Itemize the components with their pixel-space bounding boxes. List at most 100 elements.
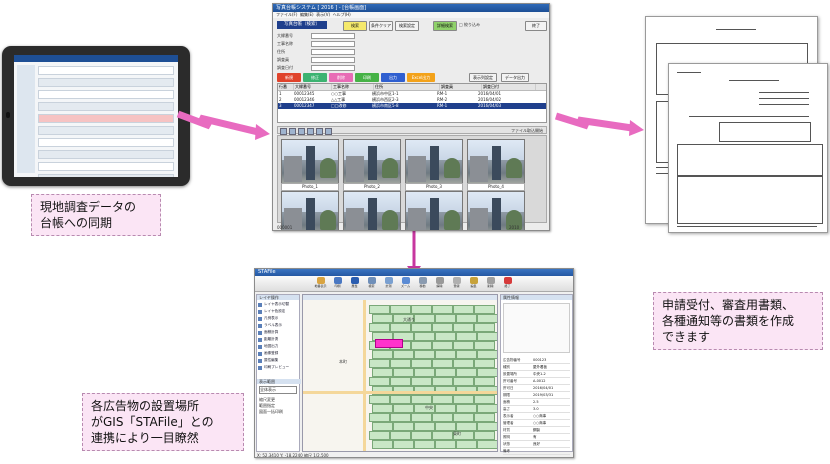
menu-file[interactable]: ファイル(F) (276, 12, 297, 17)
gis-left-item[interactable]: レイヤ色設定 (258, 308, 298, 315)
table-cell: 横浜市南区5-8 (372, 103, 399, 108)
gis-tool-button[interactable]: ズーム (398, 277, 413, 291)
gis-tool-button[interactable]: 解除 (432, 277, 447, 291)
zoom-icon[interactable] (298, 128, 305, 135)
sign-pole-shape (306, 198, 315, 230)
menu-help[interactable]: ヘルプ(H) (333, 12, 351, 17)
photo-thumbnail[interactable] (467, 139, 525, 185)
photo-thumbnail[interactable] (343, 139, 401, 185)
print-button[interactable]: 印刷 (355, 73, 379, 82)
import-icon[interactable] (280, 128, 287, 135)
sign-pole-shape (306, 146, 315, 180)
detail-search-button[interactable]: 詳細検索 (433, 21, 457, 31)
table-header-cell[interactable]: 大縁番号 (294, 84, 332, 90)
gis-left-item[interactable]: 面積計算 (258, 329, 298, 336)
output-button[interactable]: 出力 (381, 73, 405, 82)
ledger-table: 行番 大縁番号 工事名称 住所 調査員 調査日付 1 00012345 ○○工事 横浜市中区1-… (277, 83, 547, 123)
gis-tool-icon (367, 277, 376, 284)
gis-left-item[interactable]: ラベル表示 (258, 322, 298, 329)
table-header-cell[interactable]: 工事名称 (332, 84, 374, 90)
rotate-icon[interactable] (289, 128, 296, 135)
map-highlighted-parcel[interactable] (375, 339, 403, 348)
clear-conditions-button[interactable]: 条件クリア (369, 21, 393, 31)
gis-item-label: 地図出力 (264, 344, 279, 348)
delete-icon[interactable] (307, 128, 314, 135)
photo-thumbnail[interactable] (281, 139, 339, 185)
attribute-row: 管理者 ○○商事 (503, 420, 570, 427)
map-parcel (456, 440, 477, 449)
attribute-row: 許可番号 A-0012 (503, 378, 570, 385)
gis-left-item[interactable]: 画像登録 (258, 350, 298, 357)
attribute-key: 管理者 (503, 421, 514, 425)
narrow-checkbox[interactable]: □ 絞り込み (459, 22, 480, 27)
gis-tool-button[interactable]: 印刷 (330, 277, 345, 291)
map-road-vertical (363, 300, 366, 451)
table-header-cell[interactable]: 調査員 (440, 84, 482, 90)
map-parcel (474, 341, 495, 350)
table-row[interactable]: 3 00012347 □□改修 横浜市南区5-8 RM-1 2016/04/03 (278, 103, 546, 109)
excel-output-button[interactable]: Excel出力 (407, 73, 435, 82)
gis-tool-label: 登録 (453, 284, 460, 288)
gis-range-select[interactable]: 全体表示 (259, 386, 297, 394)
field-input-date[interactable] (311, 65, 355, 71)
gis-tool-button[interactable]: 属性 (347, 277, 362, 291)
field-input-number[interactable] (311, 33, 355, 39)
gis-attribute-title: 属性情報 (501, 295, 572, 300)
gis-left-item[interactable]: 印刷プレビュー (258, 364, 298, 371)
search-settings-button[interactable]: 検索設定 (395, 21, 419, 31)
gis-tool-label: 地番表示 (314, 284, 327, 288)
gis-map[interactable]: 大通り 本町 中央 東町 (302, 294, 498, 452)
gis-tool-button[interactable]: 登録 (449, 277, 464, 291)
gis-tool-button[interactable]: 移動 (415, 277, 430, 291)
map-parcel (369, 377, 390, 386)
table-header-cell[interactable]: 行番 (278, 84, 294, 90)
gis-attribute-tree[interactable] (503, 303, 570, 353)
table-header-cell[interactable]: 住所 (374, 84, 440, 90)
photo-thumbnail[interactable] (343, 191, 401, 230)
gis-tool-button[interactable]: 計測 (381, 277, 396, 291)
field-input-project[interactable] (311, 41, 355, 47)
gis-left-item[interactable]: 属性編集 (258, 357, 298, 364)
gis-left-subtitle: 表示範囲 (257, 379, 301, 384)
gis-left-item[interactable]: 地図出力 (258, 343, 298, 350)
search-button[interactable]: 検索 (343, 21, 367, 31)
attribute-row: 表示者 ○○商事 (503, 413, 570, 420)
list-icon[interactable] (325, 128, 332, 135)
column-settings-button[interactable]: 表示列設定 (469, 73, 497, 82)
gis-left-item[interactable]: 距離計測 (258, 336, 298, 343)
gis-tool-button[interactable]: 編集 (466, 277, 481, 291)
gis-left-item[interactable]: 凡例表示 (258, 315, 298, 322)
photo-thumbnail[interactable] (405, 139, 463, 185)
field-input-surveyor[interactable] (311, 57, 355, 63)
data-export-button[interactable]: データ出力 (501, 73, 529, 82)
building-shape (408, 156, 426, 182)
field-input-address[interactable] (311, 49, 355, 55)
gis-item-icon (258, 302, 262, 307)
map-parcel (411, 413, 432, 422)
gis-tool-button[interactable]: 終了 (500, 277, 515, 291)
attribute-value: 鋼製 (533, 428, 540, 432)
gis-item-icon (258, 337, 262, 342)
gis-footer-scale[interactable]: 縮尺変更 (259, 397, 275, 402)
delete-button[interactable]: 削除 (329, 73, 353, 82)
field-label-project: 工事名称 (277, 41, 293, 46)
new-button[interactable]: 新規 (277, 73, 301, 82)
gis-tool-button[interactable]: 削除 (483, 277, 498, 291)
map-parcel (477, 440, 497, 449)
gis-left-item[interactable]: レイヤ表示切替 (258, 301, 298, 308)
gis-tool-button[interactable]: 検索 (364, 277, 379, 291)
menu-view[interactable]: 表示(V) (316, 12, 330, 17)
gis-footer-batch-print[interactable]: 図面一括印刷 (259, 409, 283, 414)
gis-tool-icon (418, 277, 427, 284)
menu-edit[interactable]: 編集(E) (300, 12, 314, 17)
edit-button[interactable]: 修正 (303, 73, 327, 82)
gis-footer-range[interactable]: 範囲指定 (259, 403, 275, 408)
gis-attribute-panel: 属性情報 広告物番号 000123 種別 屋外看板 設置場所 中央1-2 許可番号 A-001… (500, 294, 573, 455)
map-parcel (474, 359, 495, 368)
gis-tool-button[interactable]: 地番表示 (313, 277, 328, 291)
close-button[interactable]: 終了 (525, 21, 547, 31)
attribute-value: ○○商事 (533, 414, 547, 418)
photo-thumbnail[interactable] (405, 191, 463, 230)
grid-icon[interactable] (316, 128, 323, 135)
table-header-cell[interactable]: 調査日付 (482, 84, 536, 90)
